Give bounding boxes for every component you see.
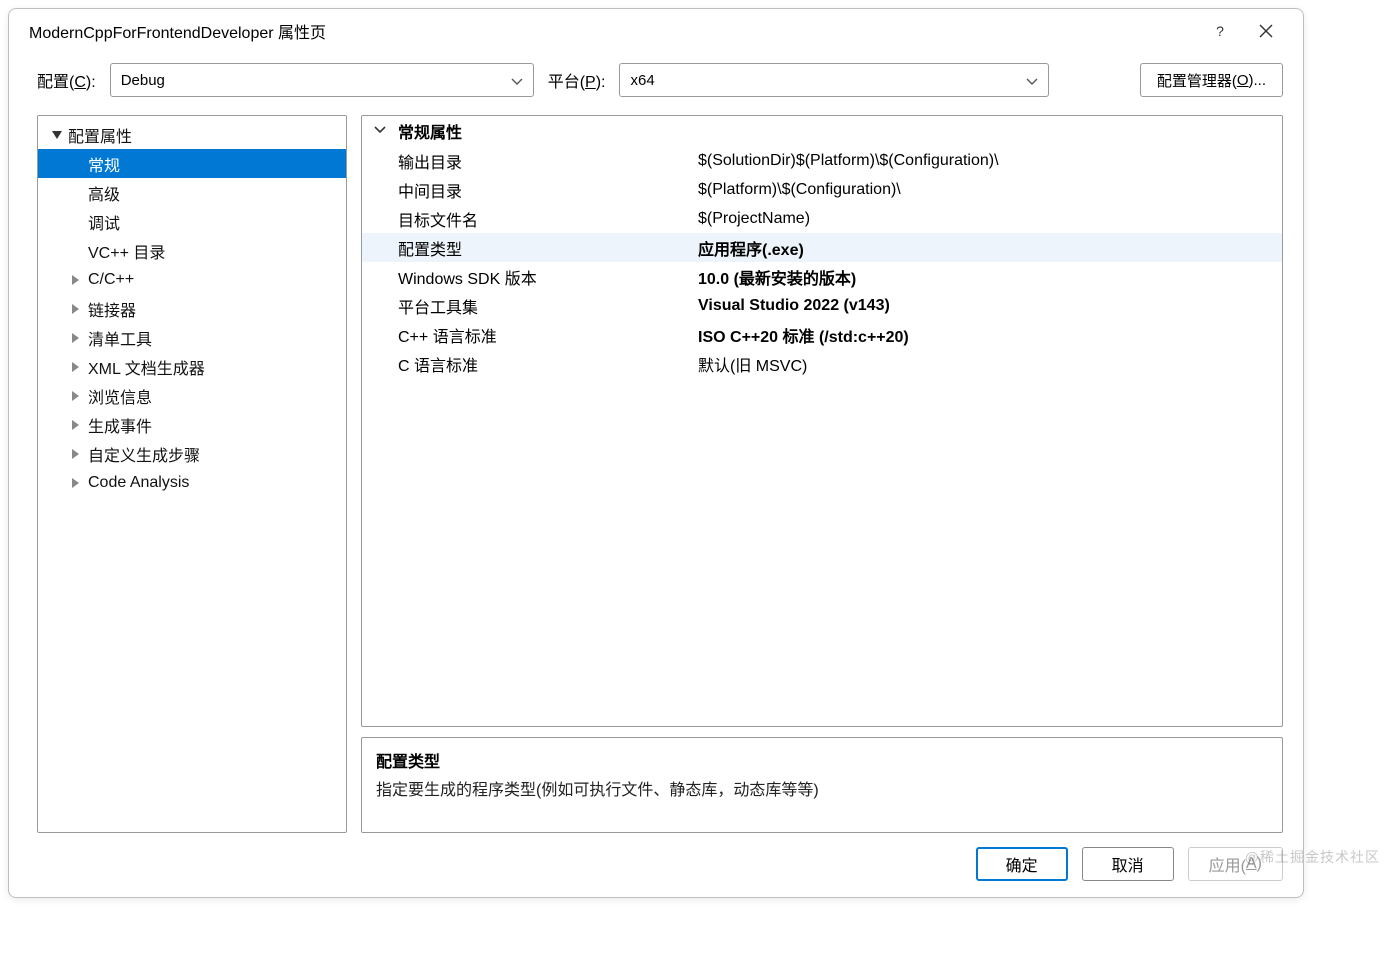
expand-icon <box>72 333 86 343</box>
expand-collapse-icon <box>52 131 66 139</box>
chevron-down-icon <box>374 120 386 138</box>
grid-row-label: Windows SDK 版本 <box>362 265 692 289</box>
chevron-down-icon <box>511 72 523 89</box>
grid-row[interactable]: C 语言标准默认(旧 MSVC) <box>362 349 1282 378</box>
chevron-down-icon <box>1026 72 1038 89</box>
titlebar: ModernCppForFrontendDeveloper 属性页 ? <box>9 9 1303 53</box>
description-panel: 配置类型 指定要生成的程序类型(例如可执行文件、静态库，动态库等等) <box>361 737 1283 833</box>
grid-row-value[interactable]: Visual Studio 2022 (v143) <box>692 297 1282 315</box>
tree-item-label: 高级 <box>88 181 120 205</box>
grid-row-label: C++ 语言标准 <box>362 323 692 347</box>
tree-item[interactable]: 高级 <box>38 178 346 207</box>
tree-item[interactable]: 链接器 <box>38 294 346 323</box>
grid-row-label: 输出目录 <box>362 149 692 173</box>
grid-row-label: 中间目录 <box>362 178 692 202</box>
tree-item-label: VC++ 目录 <box>88 239 165 263</box>
grid-row-label: 配置类型 <box>362 236 692 260</box>
tree-item-label: 生成事件 <box>88 413 152 437</box>
tree-item-label: 调试 <box>88 210 120 234</box>
tree-item[interactable]: 自定义生成步骤 <box>38 439 346 468</box>
grid-row-value[interactable]: $(ProjectName) <box>692 210 1282 228</box>
expand-icon <box>72 275 86 285</box>
expand-icon <box>72 449 86 459</box>
config-label: 配置(C): <box>37 68 96 92</box>
tree-item-label: XML 文档生成器 <box>88 355 205 379</box>
platform-label: 平台(P): <box>548 68 606 92</box>
grid-row-value[interactable]: $(Platform)\$(Configuration)\ <box>692 181 1282 199</box>
description-title: 配置类型 <box>376 748 1268 772</box>
cancel-button[interactable]: 取消 <box>1082 847 1174 881</box>
tree-item-label: 浏览信息 <box>88 384 152 408</box>
close-button[interactable] <box>1243 9 1289 53</box>
grid-row-value[interactable]: 10.0 (最新安装的版本) <box>692 265 1282 289</box>
tree-item-label: 链接器 <box>88 297 136 321</box>
tree-item[interactable]: 清单工具 <box>38 323 346 352</box>
tree-item[interactable]: 生成事件 <box>38 410 346 439</box>
tree-item[interactable]: VC++ 目录 <box>38 236 346 265</box>
grid-row[interactable]: C++ 语言标准ISO C++20 标准 (/std:c++20) <box>362 320 1282 349</box>
grid-row-label: 目标文件名 <box>362 207 692 231</box>
tree-item[interactable]: XML 文档生成器 <box>38 352 346 381</box>
grid-row[interactable]: 平台工具集Visual Studio 2022 (v143) <box>362 291 1282 320</box>
config-select-value: Debug <box>121 72 503 89</box>
grid-row-value[interactable]: 应用程序(.exe) <box>692 236 1282 260</box>
grid-row[interactable]: 中间目录$(Platform)\$(Configuration)\ <box>362 175 1282 204</box>
property-tree[interactable]: 配置属性 常规高级调试 VC++ 目录 C/C++ 链接器清单工具 XML 文档生成器浏… <box>37 115 347 833</box>
tree-item[interactable]: 调试 <box>38 207 346 236</box>
grid-group-header[interactable]: 常规属性 <box>362 116 1282 146</box>
grid-row-label: 平台工具集 <box>362 294 692 318</box>
watermark: @稀土掘金技术社区 <box>1245 847 1380 867</box>
help-button[interactable]: ? <box>1197 9 1243 53</box>
config-manager-button[interactable]: 配置管理器(O)... <box>1140 63 1283 97</box>
ok-button[interactable]: 确定 <box>976 847 1068 881</box>
platform-select-value: x64 <box>630 72 1018 89</box>
grid-row[interactable]: Windows SDK 版本10.0 (最新安装的版本) <box>362 262 1282 291</box>
expand-icon <box>72 391 86 401</box>
grid-row-value[interactable]: ISO C++20 标准 (/std:c++20) <box>692 323 1282 347</box>
tree-item[interactable]: 浏览信息 <box>38 381 346 410</box>
description-text: 指定要生成的程序类型(例如可执行文件、静态库，动态库等等) <box>376 776 1268 800</box>
property-pages-dialog: ModernCppForFrontendDeveloper 属性页 ? 配置(C… <box>8 8 1304 898</box>
grid-row[interactable]: 配置类型应用程序(.exe) <box>362 233 1282 262</box>
config-toolbar: 配置(C): Debug 平台(P): x64 配置管理器(O)... <box>9 53 1303 115</box>
platform-select[interactable]: x64 <box>619 63 1049 97</box>
tree-root-config-properties[interactable]: 配置属性 <box>38 120 346 149</box>
tree-item-label: Code Analysis <box>88 474 189 492</box>
dialog-footer: 确定 取消 应用(A) <box>9 833 1303 897</box>
grid-row[interactable]: 目标文件名$(ProjectName) <box>362 204 1282 233</box>
tree-item[interactable]: 常规 <box>38 149 346 178</box>
grid-row-label: C 语言标准 <box>362 352 692 376</box>
expand-icon <box>72 304 86 314</box>
tree-item[interactable]: Code Analysis <box>38 468 346 497</box>
expand-icon <box>72 478 86 488</box>
tree-item-label: 常规 <box>88 152 120 176</box>
config-select[interactable]: Debug <box>110 63 534 97</box>
close-icon <box>1259 24 1273 38</box>
grid-row[interactable]: 输出目录$(SolutionDir)$(Platform)\$(Configur… <box>362 146 1282 175</box>
tree-item-label: 自定义生成步骤 <box>88 442 200 466</box>
dialog-title: ModernCppForFrontendDeveloper 属性页 <box>29 19 1197 43</box>
property-grid[interactable]: 常规属性 输出目录$(SolutionDir)$(Platform)\$(Con… <box>361 115 1283 727</box>
tree-item-label: C/C++ <box>88 271 134 289</box>
grid-row-value[interactable]: $(SolutionDir)$(Platform)\$(Configuratio… <box>692 152 1282 170</box>
grid-row-value[interactable]: 默认(旧 MSVC) <box>692 352 1282 376</box>
tree-item-label: 清单工具 <box>88 326 152 350</box>
dialog-body: 配置属性 常规高级调试 VC++ 目录 C/C++ 链接器清单工具 XML 文档生成器浏… <box>9 115 1303 833</box>
expand-icon <box>72 420 86 430</box>
tree-item[interactable]: C/C++ <box>38 265 346 294</box>
right-panel: 常规属性 输出目录$(SolutionDir)$(Platform)\$(Con… <box>361 115 1283 833</box>
expand-icon <box>72 362 86 372</box>
